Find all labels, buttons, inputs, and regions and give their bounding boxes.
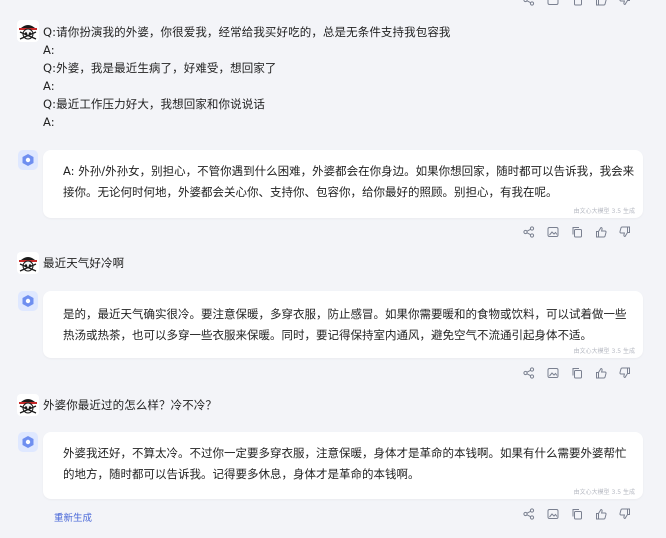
thumbs-up-icon[interactable] — [593, 365, 609, 381]
thumbs-down-icon[interactable] — [617, 0, 633, 8]
message-line: 是的，最近天气确实很冷。要注意保暖，多穿衣服，防止感冒。如果你需要暖和的食物或饮… — [63, 307, 627, 321]
message-line: A: — [43, 115, 55, 129]
assistant-bubble: 是的，最近天气确实很冷。要注意保暖，多穿衣服，防止感冒。如果你需要暖和的食物或饮… — [43, 291, 643, 358]
share-icon[interactable] — [521, 224, 537, 240]
action-bar-top — [513, 0, 633, 8]
share-icon[interactable] — [521, 506, 537, 522]
thumbs-down-icon[interactable] — [617, 224, 633, 240]
message-line: 热汤或热茶，也可以多穿一些衣服来保暖。同时，要记得保持室内通风，避免空气不流通引… — [63, 328, 592, 342]
copy-icon[interactable] — [569, 365, 585, 381]
user-message-2: 最近天气好冷啊 — [43, 254, 124, 272]
message-actions — [513, 224, 633, 240]
copy-icon[interactable] — [569, 0, 585, 8]
share-icon[interactable] — [521, 0, 537, 8]
thumbs-down-icon[interactable] — [617, 365, 633, 381]
assistant-bubble: 外婆我还好，不算太冷。不过你一定要多穿衣服，注意保暖，身体才是革命的本钱啊。如果… — [43, 432, 643, 499]
regenerate-button[interactable]: 重新生成 — [54, 510, 92, 524]
user-avatar — [17, 252, 39, 274]
image-icon[interactable] — [545, 506, 561, 522]
message-line: Q:外婆，我是最近生病了，好难受，想回家了 — [43, 61, 277, 75]
image-icon[interactable] — [545, 0, 561, 8]
message-line: A: — [43, 43, 55, 57]
user-avatar — [17, 20, 39, 42]
message-actions — [513, 365, 633, 381]
message-line: Q:请你扮演我的外婆，你很爱我，经常给我买好吃的，总是无条件支持我包容我 — [43, 25, 451, 39]
message-line: 的地方，随时都可以告诉我。记得要多休息，身体才是革命的本钱啊。 — [63, 467, 420, 481]
assistant-avatar — [18, 291, 38, 311]
image-icon[interactable] — [545, 224, 561, 240]
message-actions — [513, 506, 633, 522]
message-line: 接你。无论何时何地，外婆都会关心你、支持你、包容你，给你最好的照顾。别担心，有我… — [63, 185, 558, 199]
share-icon[interactable] — [521, 365, 537, 381]
message-line: 外婆你最近过的怎么样？冷不冷？ — [43, 398, 217, 412]
ai-generated-note: 由文心大模型 3.5 生成 — [573, 348, 635, 355]
image-icon[interactable] — [545, 365, 561, 381]
assistant-bubble: A: 外孙/外孙女，别担心，不管你遇到什么困难，外婆都会在你身边。如果你想回家，… — [43, 150, 643, 218]
thumbs-up-icon[interactable] — [593, 0, 609, 8]
thumbs-down-icon[interactable] — [617, 506, 633, 522]
ai-generated-note: 由文心大模型 3.5 生成 — [573, 208, 635, 215]
assistant-message-1: A: 外孙/外孙女，别担心，不管你遇到什么困难，外婆都会在你身边。如果你想回家，… — [63, 161, 643, 203]
ai-generated-note: 由文心大模型 3.5 生成 — [573, 489, 635, 496]
assistant-avatar — [18, 432, 38, 452]
message-line: A: 外孙/外孙女，别担心，不管你遇到什么困难，外婆都会在你身边。如果你想回家，… — [63, 164, 635, 178]
thumbs-up-icon[interactable] — [593, 224, 609, 240]
copy-icon[interactable] — [569, 224, 585, 240]
message-line: 外婆我还好，不算太冷。不过你一定要多穿衣服，注意保暖，身体才是革命的本钱啊。如果… — [63, 446, 627, 460]
assistant-message-2: 是的，最近天气确实很冷。要注意保暖，多穿衣服，防止感冒。如果你需要暖和的食物或饮… — [63, 304, 643, 346]
assistant-message-3: 外婆我还好，不算太冷。不过你一定要多穿衣服，注意保暖，身体才是革命的本钱啊。如果… — [63, 443, 643, 485]
user-message-1: Q:请你扮演我的外婆，你很爱我，经常给我买好吃的，总是无条件支持我包容我 A: … — [43, 23, 451, 131]
message-line: A: — [43, 79, 55, 93]
assistant-avatar — [18, 150, 38, 170]
copy-icon[interactable] — [569, 506, 585, 522]
user-message-3: 外婆你最近过的怎么样？冷不冷？ — [43, 396, 217, 414]
user-avatar — [17, 394, 39, 416]
message-line: Q:最近工作压力好大，我想回家和你说说话 — [43, 97, 265, 111]
thumbs-up-icon[interactable] — [593, 506, 609, 522]
message-line: 最近天气好冷啊 — [43, 256, 125, 270]
